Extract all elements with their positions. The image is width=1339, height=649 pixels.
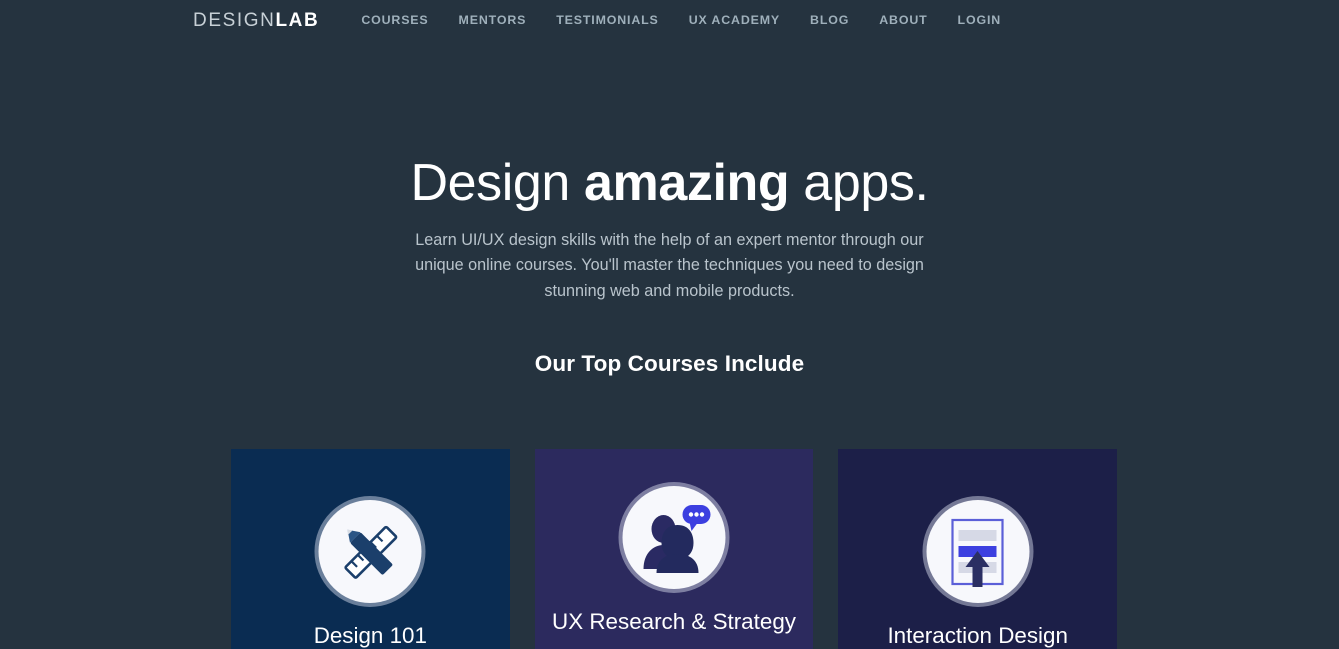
hero-section: Design amazing apps. Learn UI/UX design … bbox=[0, 150, 1339, 304]
course-card-interaction-design[interactable]: Interaction Design bbox=[838, 449, 1118, 649]
wireframe-cursor-icon bbox=[926, 500, 1030, 603]
course-card-title: Design 101 bbox=[313, 623, 427, 648]
brand-logo-light: DESIGN bbox=[193, 9, 276, 31]
nav-item-about: ABOUT bbox=[879, 11, 927, 29]
course-card-list: Design 101 UX Research & Strategy Intera… bbox=[231, 449, 1118, 649]
course-card-title: UX Research & Strategy bbox=[552, 609, 796, 634]
nav-item-mentors: MENTORS bbox=[459, 11, 527, 29]
nav-item-courses: COURSES bbox=[361, 11, 428, 29]
hero-title-part2: apps. bbox=[789, 154, 929, 212]
hero-title: Design amazing apps. bbox=[0, 150, 1339, 216]
brand-logo-bold: LAB bbox=[275, 9, 320, 31]
nav-link-list: COURSES MENTORS TESTIMONIALS UX ACADEMY … bbox=[361, 11, 1001, 29]
nav-link-ux-academy[interactable]: UX ACADEMY bbox=[689, 13, 780, 27]
nav-item-testimonials: TESTIMONIALS bbox=[556, 11, 658, 29]
nav-item-blog: BLOG bbox=[810, 11, 849, 29]
hero-title-emphasis: amazing bbox=[583, 154, 790, 212]
ruler-pencil-icon bbox=[318, 500, 422, 603]
nav-link-blog[interactable]: BLOG bbox=[810, 13, 849, 27]
nav-link-about[interactable]: ABOUT bbox=[879, 13, 927, 27]
hero-subtitle: Learn UI/UX design skills with the help … bbox=[415, 231, 924, 300]
nav-item-login: LOGIN bbox=[958, 11, 1002, 29]
course-card-ux-research-strategy[interactable]: UX Research & Strategy bbox=[534, 449, 814, 649]
main-navigation: DESIGNLAB COURSES MENTORS TESTIMONIALS U… bbox=[0, 0, 1339, 40]
nav-link-testimonials[interactable]: TESTIMONIALS bbox=[556, 13, 658, 27]
course-card-design-101[interactable]: Design 101 bbox=[231, 449, 510, 649]
nav-link-mentors[interactable]: MENTORS bbox=[459, 13, 527, 27]
people-speech-bubble-icon bbox=[622, 486, 726, 589]
courses-section-heading: Our Top Courses Include bbox=[534, 351, 805, 376]
course-card-title: Interaction Design bbox=[887, 623, 1068, 648]
hero-title-part1: Design bbox=[410, 154, 584, 212]
nav-link-login[interactable]: LOGIN bbox=[958, 13, 1002, 27]
nav-item-ux-academy: UX ACADEMY bbox=[689, 11, 780, 29]
nav-link-courses[interactable]: COURSES bbox=[361, 13, 428, 27]
brand-logo[interactable]: DESIGNLAB bbox=[193, 11, 319, 30]
